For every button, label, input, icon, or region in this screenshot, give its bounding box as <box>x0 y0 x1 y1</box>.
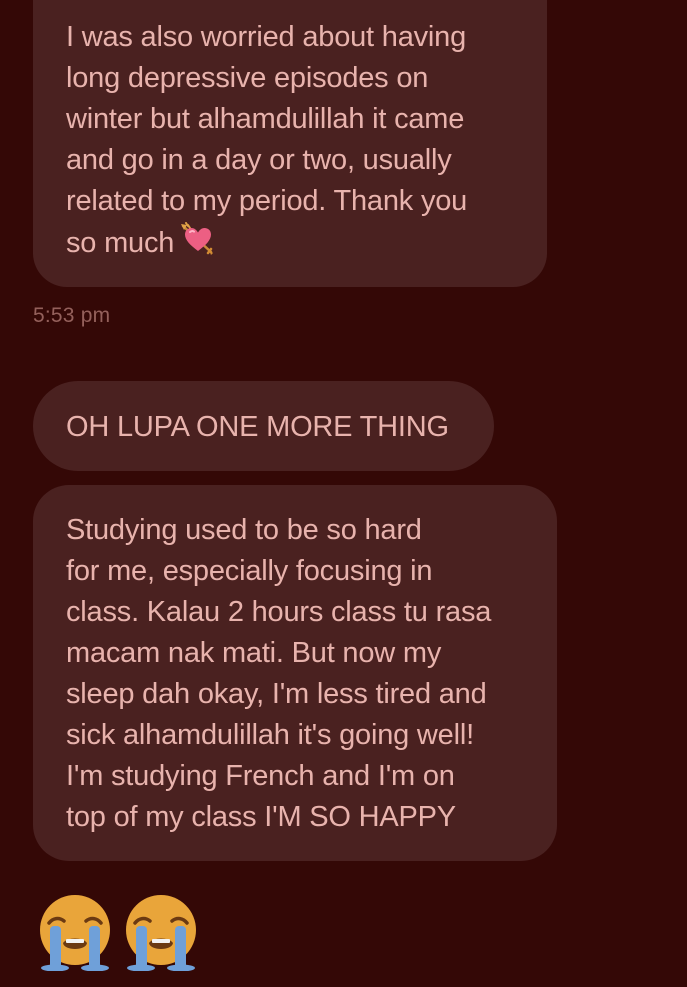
message-line: and go in a day or two, usually <box>66 144 452 176</box>
message-line: related to my period. Thank you <box>66 185 468 217</box>
message-line: I'm studying French and I'm on <box>66 760 455 792</box>
message-bubble[interactable]: I was also worried about having long dep… <box>33 0 547 287</box>
message-line: I was also worried about having <box>66 21 467 53</box>
message-line: macam nak mati. But now my <box>66 637 442 669</box>
message-timestamp: 5:53 pm <box>33 304 111 327</box>
message-line: top of my class I'M SO HAPPY <box>66 801 456 833</box>
message-line: sick alhamdulillah it's going well! <box>66 719 474 751</box>
message-bubble[interactable]: OH LUPA ONE MORE THING <box>33 381 494 471</box>
message-line: OH LUPA ONE MORE THING <box>66 411 449 443</box>
loudly-crying-face-icon <box>40 895 110 971</box>
message-line: class. Kalau 2 hours class tu rasa <box>66 596 492 628</box>
message-line: for me, especially focusing in <box>66 555 433 587</box>
message-line: long depressive episodes on <box>66 62 429 94</box>
message-line: sleep dah okay, I'm less tired and <box>66 678 487 710</box>
message-line: Studying used to be so hard <box>66 514 422 546</box>
message-last-line: so much <box>66 222 514 263</box>
heart-with-arrow-icon <box>181 222 214 255</box>
loudly-crying-face-icon <box>126 895 196 971</box>
message-line-text: so much <box>66 227 175 259</box>
message-line: winter but alhamdulillah it came <box>66 103 465 135</box>
message-bubble[interactable]: Studying used to be so hard for me, espe… <box>33 485 557 861</box>
